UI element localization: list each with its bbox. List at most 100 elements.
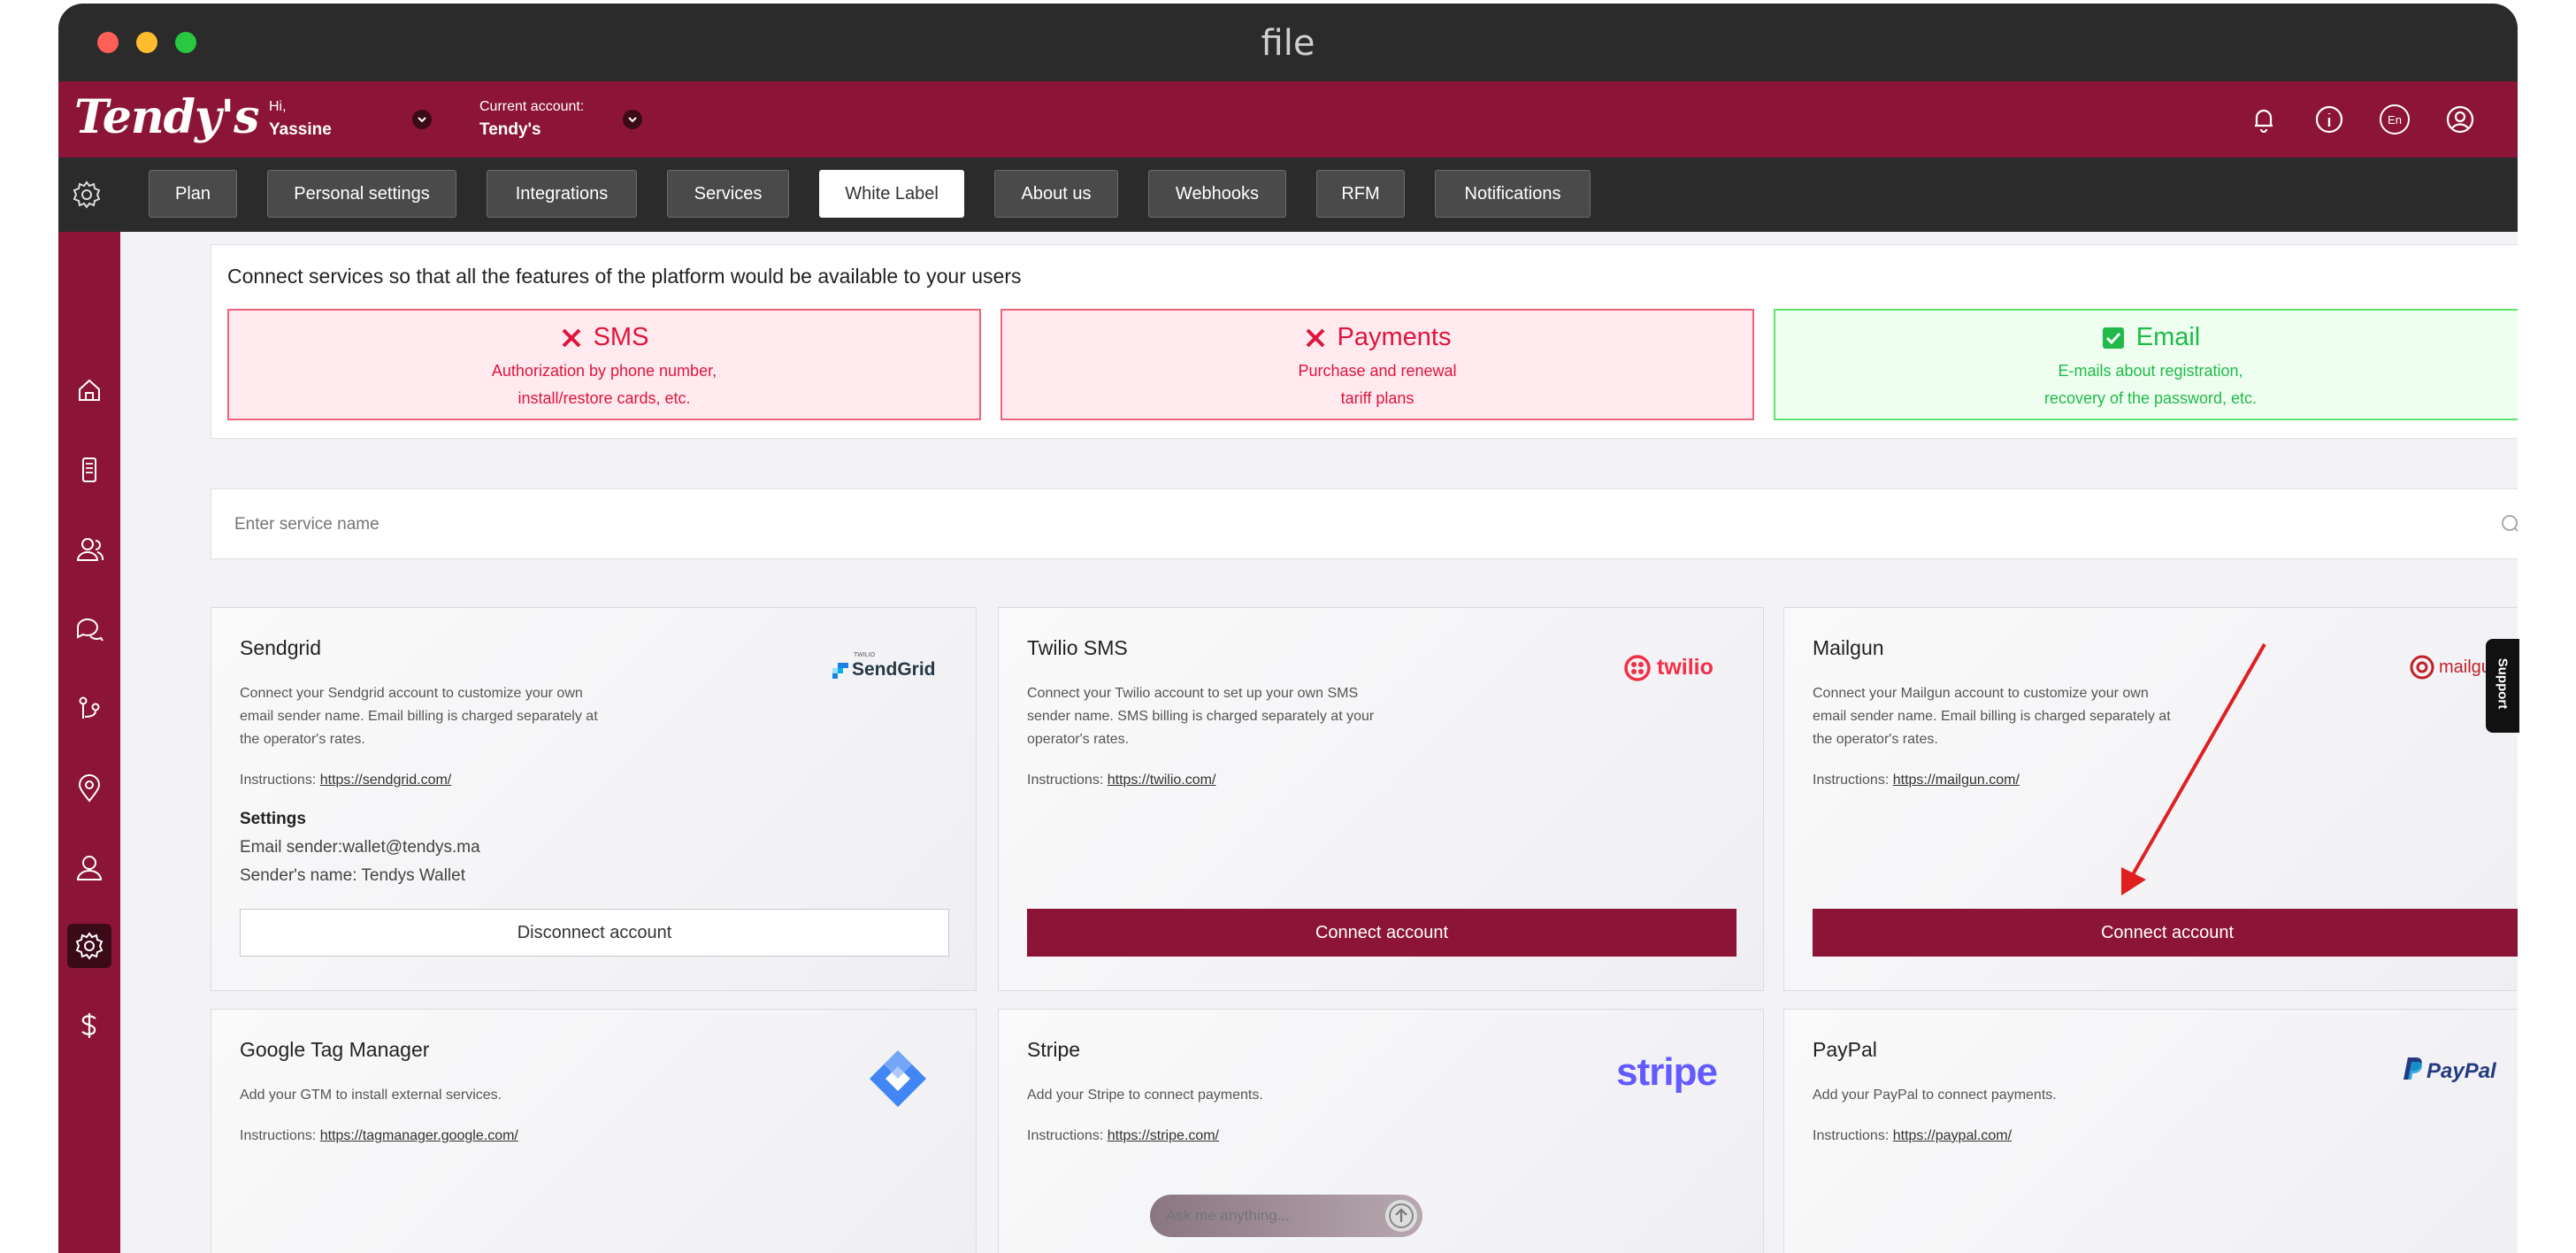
- ask-submit-button[interactable]: [1385, 1200, 1417, 1232]
- instructions: Instructions: https://sendgrid.com/: [240, 773, 451, 788]
- gtm-logo-icon: [870, 1050, 926, 1107]
- instructions: Instructions: https://paypal.com/: [1813, 1128, 2012, 1144]
- tab-personal-settings[interactable]: Personal settings: [267, 170, 456, 218]
- instructions-link[interactable]: https://mailgun.com/: [1893, 773, 2020, 788]
- bell-icon[interactable]: [2249, 104, 2279, 135]
- info-icon[interactable]: [2314, 104, 2344, 135]
- chat-icon[interactable]: [73, 612, 106, 646]
- service-card-gtm: Google Tag Manager Add your GTM to insta…: [211, 1009, 977, 1253]
- flow-icon[interactable]: [73, 692, 106, 726]
- service-description: Add your PayPal to connect payments.: [1813, 1088, 2057, 1103]
- tab-white-label[interactable]: White Label: [819, 170, 964, 218]
- support-label: Support: [2495, 657, 2511, 710]
- instructions-link[interactable]: https://twilio.com/: [1108, 773, 1216, 788]
- instructions-link[interactable]: https://paypal.com/: [1893, 1128, 2012, 1143]
- support-tab[interactable]: Support: [2486, 639, 2519, 733]
- sender-name-row: Sender's name: Tendys Wallet: [240, 866, 465, 886]
- settings-nav: Plan Personal settings Integrations Serv…: [58, 158, 2518, 232]
- status-card-sms: SMS Authorization by phone number, instal…: [227, 309, 981, 420]
- status-card-line: Authorization by phone number,: [491, 362, 717, 380]
- app-window: file Tendy's Hi, Yassine Current account…: [58, 4, 2518, 1253]
- instructions-label: Instructions:: [240, 773, 317, 788]
- cross-icon: [562, 328, 580, 347]
- tab-services[interactable]: Services: [667, 170, 789, 218]
- service-card-twilio: Twilio SMS twilio Connect your Twilio ac…: [998, 607, 1764, 991]
- tab-integrations[interactable]: Integrations: [487, 170, 637, 218]
- sender-email-label: Email sender:: [240, 838, 343, 857]
- service-name: Sendgrid: [240, 636, 322, 659]
- service-name: PayPal: [1813, 1038, 1877, 1061]
- account-name: Tendy's: [479, 120, 541, 139]
- service-description: Connect your Sendgrid account to customi…: [240, 686, 598, 747]
- status-card-line: tariff plans: [1340, 389, 1414, 407]
- status-card-line: install/restore cards, etc.: [518, 389, 691, 407]
- home-icon[interactable]: [73, 373, 106, 407]
- service-description: Add your GTM to install external service…: [240, 1088, 502, 1103]
- profile-icon[interactable]: [73, 851, 106, 885]
- location-icon[interactable]: [73, 772, 106, 805]
- service-description: Add your Stripe to connect payments.: [1027, 1088, 1263, 1103]
- search-icon[interactable]: [2499, 512, 2518, 537]
- status-card-line: recovery of the password, etc.: [2043, 389, 2258, 407]
- dollar-icon[interactable]: [73, 1009, 106, 1042]
- user-menu-chevron-icon[interactable]: [412, 110, 432, 129]
- connect-account-button[interactable]: Connect account: [1813, 909, 2518, 957]
- greeting-label: Hi,: [269, 99, 287, 114]
- settings-icon: [75, 932, 104, 960]
- instructions-label: Instructions:: [1027, 1128, 1104, 1143]
- phone-icon[interactable]: [73, 453, 106, 487]
- users-icon[interactable]: [73, 533, 106, 566]
- status-card-title: SMS: [593, 323, 649, 351]
- window-title: file: [1261, 23, 1315, 64]
- checkbox-checked-icon: [2102, 327, 2124, 349]
- service-card-mailgun: Mailgun mailgun Connect your Mailgun acc…: [1783, 607, 2518, 991]
- sender-name-label: Sender's name:: [240, 866, 357, 885]
- account-switch-chevron-icon[interactable]: [623, 110, 642, 129]
- sendgrid-logo: TWILIO SendGrid: [832, 652, 936, 688]
- paypal-logo-icon: [2404, 1057, 2422, 1080]
- logo[interactable]: Tendy's: [74, 90, 259, 144]
- paypal-logo: PayPal: [2404, 1057, 2503, 1084]
- service-card-paypal: PayPal PayPal Add your PayPal to connect…: [1783, 1009, 2518, 1253]
- sender-email-row: Email sender:wallet@tendys.ma: [240, 838, 480, 857]
- user-name: Yassine: [269, 120, 332, 139]
- settings-gear-icon[interactable]: [71, 179, 103, 211]
- service-name: Mailgun: [1813, 636, 1884, 659]
- instructions: Instructions: https://stripe.com/: [1027, 1128, 1219, 1144]
- instructions-link[interactable]: https://tagmanager.google.com/: [320, 1128, 518, 1143]
- disconnect-account-button[interactable]: Disconnect account: [240, 909, 949, 957]
- tab-about-us[interactable]: About us: [994, 170, 1118, 218]
- account-label: Current account:: [479, 99, 585, 114]
- service-search: [211, 488, 2518, 559]
- instructions-label: Instructions:: [240, 1128, 317, 1143]
- tab-notifications[interactable]: Notifications: [1435, 170, 1591, 218]
- twilio-logo-icon: [1624, 655, 1651, 681]
- ask-assistant-bar: [1150, 1195, 1422, 1237]
- settings-heading: Settings: [240, 810, 306, 828]
- instructions-link[interactable]: https://sendgrid.com/: [320, 773, 452, 788]
- sendgrid-logo-text: SendGrid: [852, 659, 936, 680]
- user-icon[interactable]: [2445, 104, 2475, 135]
- sendgrid-logo-small: TWILIO: [854, 652, 876, 658]
- sidebar: [58, 232, 120, 1253]
- paypal-logo-text: PayPal: [2426, 1059, 2496, 1083]
- twilio-logo-text: twilio: [1657, 655, 1714, 680]
- ask-input[interactable]: [1164, 1203, 1376, 1228]
- instructions-label: Instructions:: [1027, 773, 1104, 788]
- language-icon[interactable]: En: [2380, 104, 2410, 135]
- status-card-line: E-mails about registration,: [2058, 362, 2243, 380]
- settings-nav-item[interactable]: [67, 924, 111, 968]
- service-card-sendgrid: Sendgrid TWILIO SendGrid Connect your Se…: [211, 607, 977, 991]
- tab-plan[interactable]: Plan: [149, 170, 237, 218]
- tab-rfm[interactable]: RFM: [1316, 170, 1405, 218]
- status-panel-title: Connect services so that all the feature…: [227, 265, 1022, 288]
- main-content: Connect services so that all the feature…: [120, 232, 2518, 1253]
- status-card-title: Email: [2135, 323, 2201, 351]
- instructions-link[interactable]: https://stripe.com/: [1108, 1128, 1219, 1143]
- cross-icon: [1306, 328, 1324, 347]
- service-description: Connect your Twilio account to set up yo…: [1027, 686, 1375, 747]
- tab-webhooks[interactable]: Webhooks: [1148, 170, 1286, 218]
- connect-account-button[interactable]: Connect account: [1027, 909, 1736, 957]
- search-input[interactable]: [233, 509, 2444, 541]
- title-bar: file: [58, 4, 2518, 81]
